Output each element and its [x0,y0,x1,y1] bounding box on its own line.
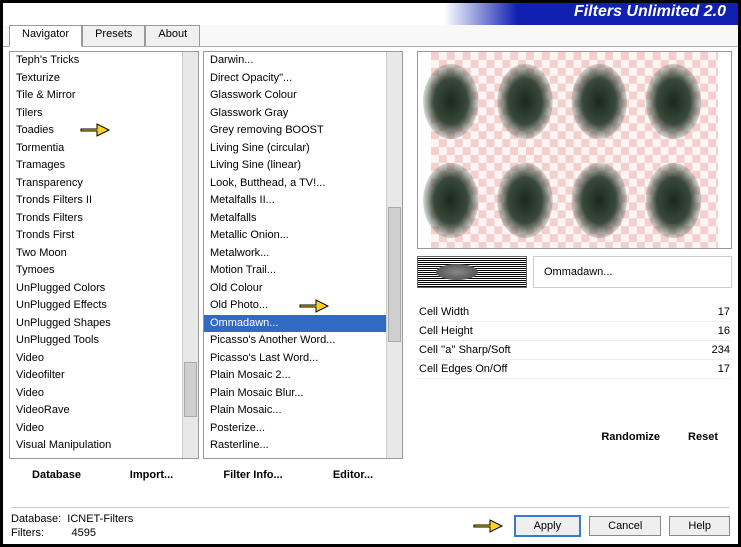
list-item[interactable]: UnPlugged Tools [10,332,182,350]
list-item[interactable]: Darwin... [204,52,386,70]
list-item[interactable]: Weaver... [204,455,386,459]
filters-col: Darwin...Direct Opacity"...Glasswork Col… [203,51,403,487]
list-item[interactable]: Tormentia [10,140,182,158]
filters-list[interactable]: Darwin...Direct Opacity"...Glasswork Col… [203,51,403,459]
list-item[interactable]: Teph's Tricks [10,52,182,70]
list-item[interactable]: Metallic Onion... [204,227,386,245]
list-item[interactable]: Plain Mosaic 2... [204,367,386,385]
reset-button[interactable]: Reset [674,427,732,447]
list-item[interactable]: Motion Trail... [204,262,386,280]
list-item[interactable]: UnPlugged Colors [10,280,182,298]
list-item[interactable]: Ommadawn... [204,315,386,333]
param-value: 17 [718,363,730,375]
list-item[interactable]: Picasso's Last Word... [204,350,386,368]
list-item[interactable]: Videofilter [10,367,182,385]
database-button[interactable]: Database [9,465,104,485]
titlebar: Filters Unlimited 2.0 [3,3,738,25]
apply-button[interactable]: Apply [514,515,582,537]
list-item[interactable]: Living Sine (linear) [204,157,386,175]
categories-list[interactable]: Teph's TricksTexturizeTile & MirrorTiler… [9,51,199,459]
list-item[interactable]: Direct Opacity"... [204,70,386,88]
list-item[interactable]: Metalfalls II... [204,192,386,210]
list-item[interactable]: VideoRave [10,402,182,420]
status-bar: Database: ICNET-Filters Filters: 4595 Ap… [11,507,730,540]
param-row[interactable]: Cell Width 17 [417,303,732,322]
list-item[interactable]: UnPlugged Shapes [10,315,182,333]
param-label: Cell Width [419,306,469,318]
list-item[interactable]: Tymoes [10,262,182,280]
list-item[interactable]: Tronds Filters II [10,192,182,210]
help-button[interactable]: Help [669,516,730,536]
hand-pointer-icon [472,515,506,537]
param-row[interactable]: Cell ''a'' Sharp/Soft 234 [417,341,732,360]
list-item[interactable]: Glasswork Colour [204,87,386,105]
tab-about[interactable]: About [145,25,200,46]
param-row[interactable]: Cell Height 16 [417,322,732,341]
editor-button[interactable]: Editor... [303,465,403,485]
list-item[interactable]: Video [10,350,182,368]
preview-col: Ommadawn... Cell Width17Cell Height16Cel… [407,51,732,487]
list-item[interactable]: Old Colour [204,280,386,298]
selected-filter-name: Ommadawn... [533,256,732,288]
db-value: ICNET-Filters [67,513,133,525]
list-item[interactable]: Metalwork... [204,245,386,263]
list-item[interactable]: UnPlugged Effects [10,297,182,315]
list-item[interactable]: Plain Mosaic... [204,402,386,420]
cancel-button[interactable]: Cancel [589,516,661,536]
randomize-button[interactable]: Randomize [587,427,674,447]
list-item[interactable]: Picasso's Another Word... [204,332,386,350]
db-label: Database: [11,513,61,525]
param-value: 234 [712,344,730,356]
list-item[interactable]: VM 1 [10,455,182,459]
filters-count-label: Filters: [11,527,44,539]
tab-bar: Navigator Presets About [3,25,738,47]
list-item[interactable]: Tronds First [10,227,182,245]
parameters-panel: Cell Width 17 Cell Height 16 Cell ''a'' Shar… [417,303,732,379]
list-item[interactable]: Tramages [10,157,182,175]
tab-navigator[interactable]: Navigator [9,25,82,47]
categories-scrollbar[interactable] [182,52,198,458]
filters-count-value: 4595 [72,527,96,539]
list-item[interactable]: Glasswork Gray [204,105,386,123]
list-item[interactable]: Look, Butthead, a TV!... [204,175,386,193]
param-label: Cell ''a'' Sharp/Soft [419,344,511,356]
list-item[interactable]: Tile & Mirror [10,87,182,105]
list-item[interactable]: Toadies [10,122,182,140]
filter-logo [417,256,527,288]
list-item[interactable]: Visual Manipulation [10,437,182,455]
list-item[interactable]: Grey removing BOOST [204,122,386,140]
param-row[interactable]: Cell Edges On/Off 17 [417,360,732,379]
main-area: Teph's TricksTexturizeTile & MirrorTiler… [3,47,738,487]
list-item[interactable]: Tronds Filters [10,210,182,228]
list-item[interactable]: Living Sine (circular) [204,140,386,158]
param-label: Cell Edges On/Off [419,363,507,375]
tab-presets[interactable]: Presets [82,25,145,46]
param-value: 17 [718,306,730,318]
list-item[interactable]: Two Moon [10,245,182,263]
preview-panel [417,51,732,249]
list-item[interactable]: Old Photo... [204,297,386,315]
filter-info-button[interactable]: Filter Info... [203,465,303,485]
list-item[interactable]: Metalfalls [204,210,386,228]
list-item[interactable]: Video [10,385,182,403]
app-title: Filters Unlimited 2.0 [574,3,726,21]
list-item[interactable]: Video [10,420,182,438]
import-button[interactable]: Import... [104,465,199,485]
categories-col: Teph's TricksTexturizeTile & MirrorTiler… [9,51,199,487]
list-item[interactable]: Tilers [10,105,182,123]
list-item[interactable]: Rasterline... [204,437,386,455]
list-item[interactable]: Posterize... [204,420,386,438]
list-item[interactable]: Plain Mosaic Blur... [204,385,386,403]
preview-image [418,52,731,248]
param-label: Cell Height [419,325,473,337]
filters-scrollbar[interactable] [386,52,402,458]
param-value: 16 [718,325,730,337]
list-item[interactable]: Transparency [10,175,182,193]
list-item[interactable]: Texturize [10,70,182,88]
